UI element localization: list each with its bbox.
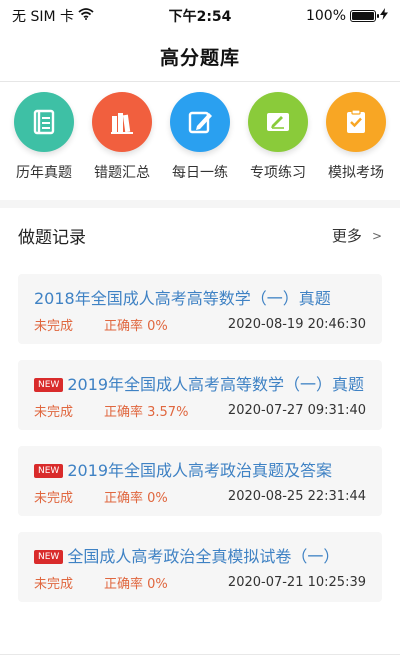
notebook-pen-icon bbox=[248, 92, 308, 152]
record-name-text: 2019年全国成人高考政治真题及答案 bbox=[67, 461, 333, 480]
accuracy-text: 正确率 3.57% bbox=[104, 405, 189, 420]
record-name-text: 全国成人高考政治全真模拟试卷（一） bbox=[67, 547, 340, 566]
chevron-right-icon: > bbox=[371, 228, 382, 243]
category-label: 错题汇总 bbox=[94, 165, 150, 181]
record-name: NEW 全国成人高考政治全真模拟试卷（一） bbox=[34, 544, 366, 569]
category-row: 历年真题 错题汇总 每日一练 专项练习 模拟考场 bbox=[0, 92, 400, 197]
accuracy-text: 正确率 0% bbox=[104, 577, 168, 592]
record-header: 做题记录 更多 > bbox=[0, 208, 400, 263]
record-meta: 未完成 正确率 3.57% 2020-07-27 09:31:40 bbox=[34, 401, 366, 420]
timestamp: 2020-07-27 09:31:40 bbox=[227, 403, 366, 418]
more-button[interactable]: 更多 > bbox=[332, 225, 382, 246]
status-text: 未完成 bbox=[34, 491, 74, 506]
record-name-text: 2018年全国成人高考高等数学（一）真题 bbox=[34, 289, 331, 308]
category-wrong-questions[interactable]: 错题汇总 bbox=[86, 92, 158, 197]
new-badge: NEW bbox=[34, 378, 64, 392]
record-name: 2018年全国成人高考高等数学（一）真题 bbox=[34, 286, 366, 311]
record-meta: 未完成 正确率 0% 2020-08-25 22:31:44 bbox=[34, 487, 366, 506]
category-label: 专项练习 bbox=[250, 165, 306, 181]
category-past-exams[interactable]: 历年真题 bbox=[8, 92, 80, 197]
category-label: 每日一练 bbox=[172, 165, 228, 181]
ledger-icon bbox=[14, 92, 74, 152]
category-label: 历年真题 bbox=[16, 165, 72, 181]
list-item[interactable]: NEW 2019年全国成人高考政治真题及答案 未完成 正确率 0% 2020-08… bbox=[18, 446, 382, 516]
status-text: 未完成 bbox=[34, 577, 74, 592]
category-label: 模拟考场 bbox=[328, 165, 384, 181]
timestamp: 2020-08-19 20:46:30 bbox=[227, 317, 366, 332]
new-badge: NEW bbox=[34, 464, 64, 478]
page-title: 高分题库 bbox=[159, 47, 240, 69]
record-name: NEW 2019年全国成人高考高等数学（一）真题 bbox=[34, 372, 366, 397]
accuracy-text: 正确率 0% bbox=[104, 491, 168, 506]
list-item[interactable]: 2018年全国成人高考高等数学（一）真题 未完成 正确率 0% 2020-08-… bbox=[18, 274, 382, 344]
status-bar: 无 SIM 卡 下午2:54 100% bbox=[0, 0, 400, 32]
list-item[interactable]: NEW 2019年全国成人高考高等数学（一）真题 未完成 正确率 3.57% 20… bbox=[18, 360, 382, 430]
record-name: NEW 2019年全国成人高考政治真题及答案 bbox=[34, 458, 366, 483]
record-list: 2018年全国成人高考高等数学（一）真题 未完成 正确率 0% 2020-08-… bbox=[18, 274, 382, 618]
record-meta: 未完成 正确率 0% 2020-07-21 10:25:39 bbox=[34, 573, 366, 592]
tab-bar-edge bbox=[0, 654, 400, 655]
timestamp: 2020-08-25 22:31:44 bbox=[227, 489, 366, 504]
section-title: 做题记录 bbox=[18, 228, 86, 248]
carrier-text: 无 SIM 卡 bbox=[12, 9, 74, 25]
wifi-icon bbox=[78, 8, 94, 24]
accuracy-text: 正确率 0% bbox=[104, 319, 168, 334]
record-name-text: 2019年全国成人高考高等数学（一）真题 bbox=[67, 375, 365, 394]
record-meta: 未完成 正确率 0% 2020-08-19 20:46:30 bbox=[34, 315, 366, 334]
timestamp: 2020-07-21 10:25:39 bbox=[227, 575, 366, 590]
status-right: 100% bbox=[306, 8, 388, 24]
status-left: 无 SIM 卡 bbox=[12, 6, 94, 26]
category-mock-exam[interactable]: 模拟考场 bbox=[320, 92, 392, 197]
clipboard-check-icon bbox=[326, 92, 386, 152]
battery-percent: 100% bbox=[305, 8, 346, 24]
charging-bolt-icon bbox=[380, 8, 388, 24]
battery-icon bbox=[350, 10, 379, 22]
status-text: 未完成 bbox=[34, 405, 74, 420]
category-topic-practice[interactable]: 专项练习 bbox=[242, 92, 314, 197]
more-label: 更多 bbox=[331, 227, 362, 245]
books-icon bbox=[92, 92, 152, 152]
status-text: 未完成 bbox=[34, 319, 74, 334]
section-divider bbox=[0, 200, 400, 208]
new-badge: NEW bbox=[34, 550, 64, 564]
category-daily-practice[interactable]: 每日一练 bbox=[164, 92, 236, 197]
nav-bar: 高分题库 bbox=[0, 32, 400, 82]
list-item[interactable]: NEW 全国成人高考政治全真模拟试卷（一） 未完成 正确率 0% 2020-07-… bbox=[18, 532, 382, 602]
pencil-edit-icon bbox=[170, 92, 230, 152]
